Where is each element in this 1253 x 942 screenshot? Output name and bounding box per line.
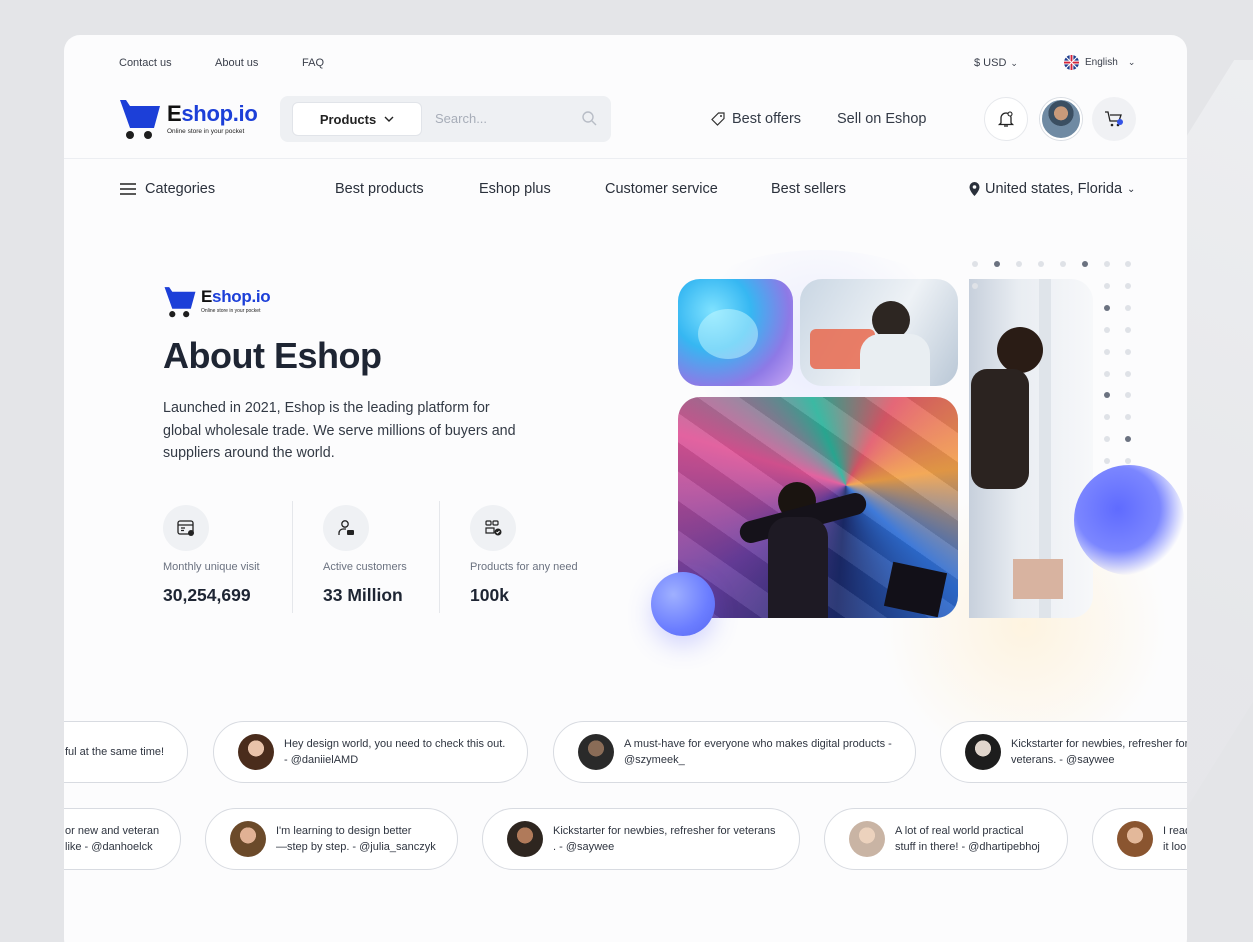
brand-tagline: Online store in your pocket bbox=[167, 128, 245, 135]
testimonial-pill: Kickstarter for newbies, refresher for v… bbox=[482, 808, 800, 870]
sell-on-eshop-link[interactable]: Sell on Eshop bbox=[837, 111, 926, 127]
testimonial-pill: A must-have for everyone who makes digit… bbox=[553, 721, 916, 783]
chevron-down-icon: ⌄ bbox=[1127, 57, 1136, 67]
uk-flag-icon bbox=[1064, 55, 1079, 70]
stat-value: 30,254,699 bbox=[163, 585, 251, 605]
testimonial-pill: I read it loo bbox=[1092, 808, 1187, 870]
cart-logo-icon bbox=[120, 100, 160, 139]
stat-active-customers: Active customers 33 Million bbox=[323, 505, 407, 605]
testimonial-text: I read it loo bbox=[1163, 825, 1187, 853]
testimonial-text: ful at the same time! bbox=[65, 746, 165, 758]
categories-label: Categories bbox=[145, 181, 216, 197]
best-offers-label: Best offers bbox=[732, 111, 802, 127]
search-icon[interactable] bbox=[581, 110, 597, 126]
stat-products: Products for any need 100k bbox=[470, 505, 578, 605]
nav-eshop-plus[interactable]: Eshop plus bbox=[479, 181, 551, 197]
stat-label: Products for any need bbox=[470, 561, 578, 573]
bell-icon bbox=[997, 111, 1015, 127]
currency-value: $ USD bbox=[974, 57, 1007, 69]
about-brand-tagline: Online store in your pocket bbox=[201, 308, 261, 314]
browser-icon bbox=[163, 505, 209, 551]
search-bar: Products Search... bbox=[280, 96, 611, 142]
best-offers-link[interactable]: Best offers bbox=[711, 111, 801, 127]
testimonial-avatar bbox=[238, 734, 274, 770]
testimonial-pill: I'm learning to design better —step by s… bbox=[205, 808, 458, 870]
testimonial-pill: ful at the same time! bbox=[64, 721, 188, 783]
testimonial-text: Kickstarter for newbies, refresher for v… bbox=[1011, 738, 1187, 766]
dancer-mural-image bbox=[678, 397, 958, 618]
watercolor-image bbox=[678, 279, 793, 386]
location-pin-icon bbox=[969, 182, 980, 196]
testimonial-pill: A lot of real world practical stuff in t… bbox=[824, 808, 1068, 870]
language-value: English bbox=[1085, 57, 1118, 68]
categories-menu[interactable]: Categories bbox=[120, 181, 215, 197]
decorative-orb bbox=[651, 572, 715, 636]
location-selector[interactable]: United states, Florida ⌄ bbox=[969, 181, 1135, 197]
cart-logo-icon bbox=[164, 287, 196, 318]
testimonial-avatar bbox=[578, 734, 614, 770]
testimonial-text: Kickstarter for newbies, refresher for v… bbox=[553, 825, 776, 853]
nav-best-products[interactable]: Best products bbox=[335, 181, 424, 197]
stat-label: Monthly unique visit bbox=[163, 561, 260, 573]
photographer-image bbox=[969, 279, 1093, 618]
products-dropdown[interactable]: Products bbox=[292, 102, 422, 136]
notifications-button[interactable] bbox=[984, 97, 1028, 141]
stat-label: Active customers bbox=[323, 561, 407, 573]
testimonial-text: or new and veteran like - @danhoelck bbox=[65, 825, 160, 853]
about-brand-name: Eshop.io bbox=[201, 287, 271, 306]
cart-button[interactable] bbox=[1092, 97, 1136, 141]
search-input[interactable]: Search... bbox=[435, 111, 487, 126]
chevron-down-icon bbox=[384, 116, 394, 122]
user-avatar[interactable] bbox=[1040, 98, 1082, 140]
cart-icon bbox=[1105, 111, 1123, 127]
testimonial-pill: or new and veteran like - @danhoelck bbox=[64, 808, 181, 870]
stat-value: 100k bbox=[470, 585, 509, 605]
testimonial-avatar bbox=[849, 821, 885, 857]
header-divider bbox=[64, 158, 1187, 159]
chevron-down-icon: ⌄ bbox=[1010, 58, 1018, 68]
workshop-image bbox=[800, 279, 958, 386]
testimonial-avatar bbox=[507, 821, 543, 857]
nav-best-sellers[interactable]: Best sellers bbox=[771, 181, 846, 197]
decorative-orb bbox=[1074, 465, 1184, 575]
contact-us-link[interactable]: Contact us bbox=[119, 57, 172, 69]
tag-icon bbox=[711, 112, 725, 126]
testimonial-text: A lot of real world practical stuff in t… bbox=[895, 825, 1040, 853]
page-card: Contact us About us FAQ $ USD ⌄ English ⌄ … bbox=[64, 35, 1187, 942]
stat-value: 33 Million bbox=[323, 585, 403, 605]
testimonial-pill: Kickstarter for newbies, refresher for v… bbox=[940, 721, 1187, 783]
testimonial-text: Hey design world, you need to check this… bbox=[284, 738, 506, 766]
language-selector[interactable]: English ⌄ bbox=[1064, 55, 1135, 70]
faq-link[interactable]: FAQ bbox=[302, 57, 324, 69]
brand-name[interactable]: Eshop.io bbox=[167, 101, 258, 127]
about-us-link[interactable]: About us bbox=[215, 57, 258, 69]
stat-divider bbox=[292, 501, 293, 613]
user-wallet-icon bbox=[323, 505, 369, 551]
products-dropdown-label: Products bbox=[319, 111, 377, 127]
testimonial-avatar bbox=[230, 821, 266, 857]
testimonial-text: I'm learning to design better —step by s… bbox=[276, 825, 436, 853]
chevron-down-icon: ⌄ bbox=[1127, 183, 1136, 195]
stat-divider bbox=[439, 501, 440, 613]
testimonial-text: A must-have for everyone who makes digit… bbox=[624, 738, 892, 766]
testimonial-avatar bbox=[965, 734, 1001, 770]
products-check-icon bbox=[470, 505, 516, 551]
hamburger-icon bbox=[120, 183, 136, 195]
about-title: About Eshop bbox=[163, 335, 382, 376]
testimonial-avatar bbox=[1117, 821, 1153, 857]
testimonial-pill: Hey design world, you need to check this… bbox=[213, 721, 528, 783]
about-description: Launched in 2021, Eshop is the leading p… bbox=[163, 400, 516, 461]
stat-monthly-visits: Monthly unique visit 30,254,699 bbox=[163, 505, 260, 605]
location-label: United states, Florida bbox=[985, 181, 1123, 197]
nav-customer-service[interactable]: Customer service bbox=[605, 181, 718, 197]
currency-selector[interactable]: $ USD ⌄ bbox=[974, 57, 1018, 69]
